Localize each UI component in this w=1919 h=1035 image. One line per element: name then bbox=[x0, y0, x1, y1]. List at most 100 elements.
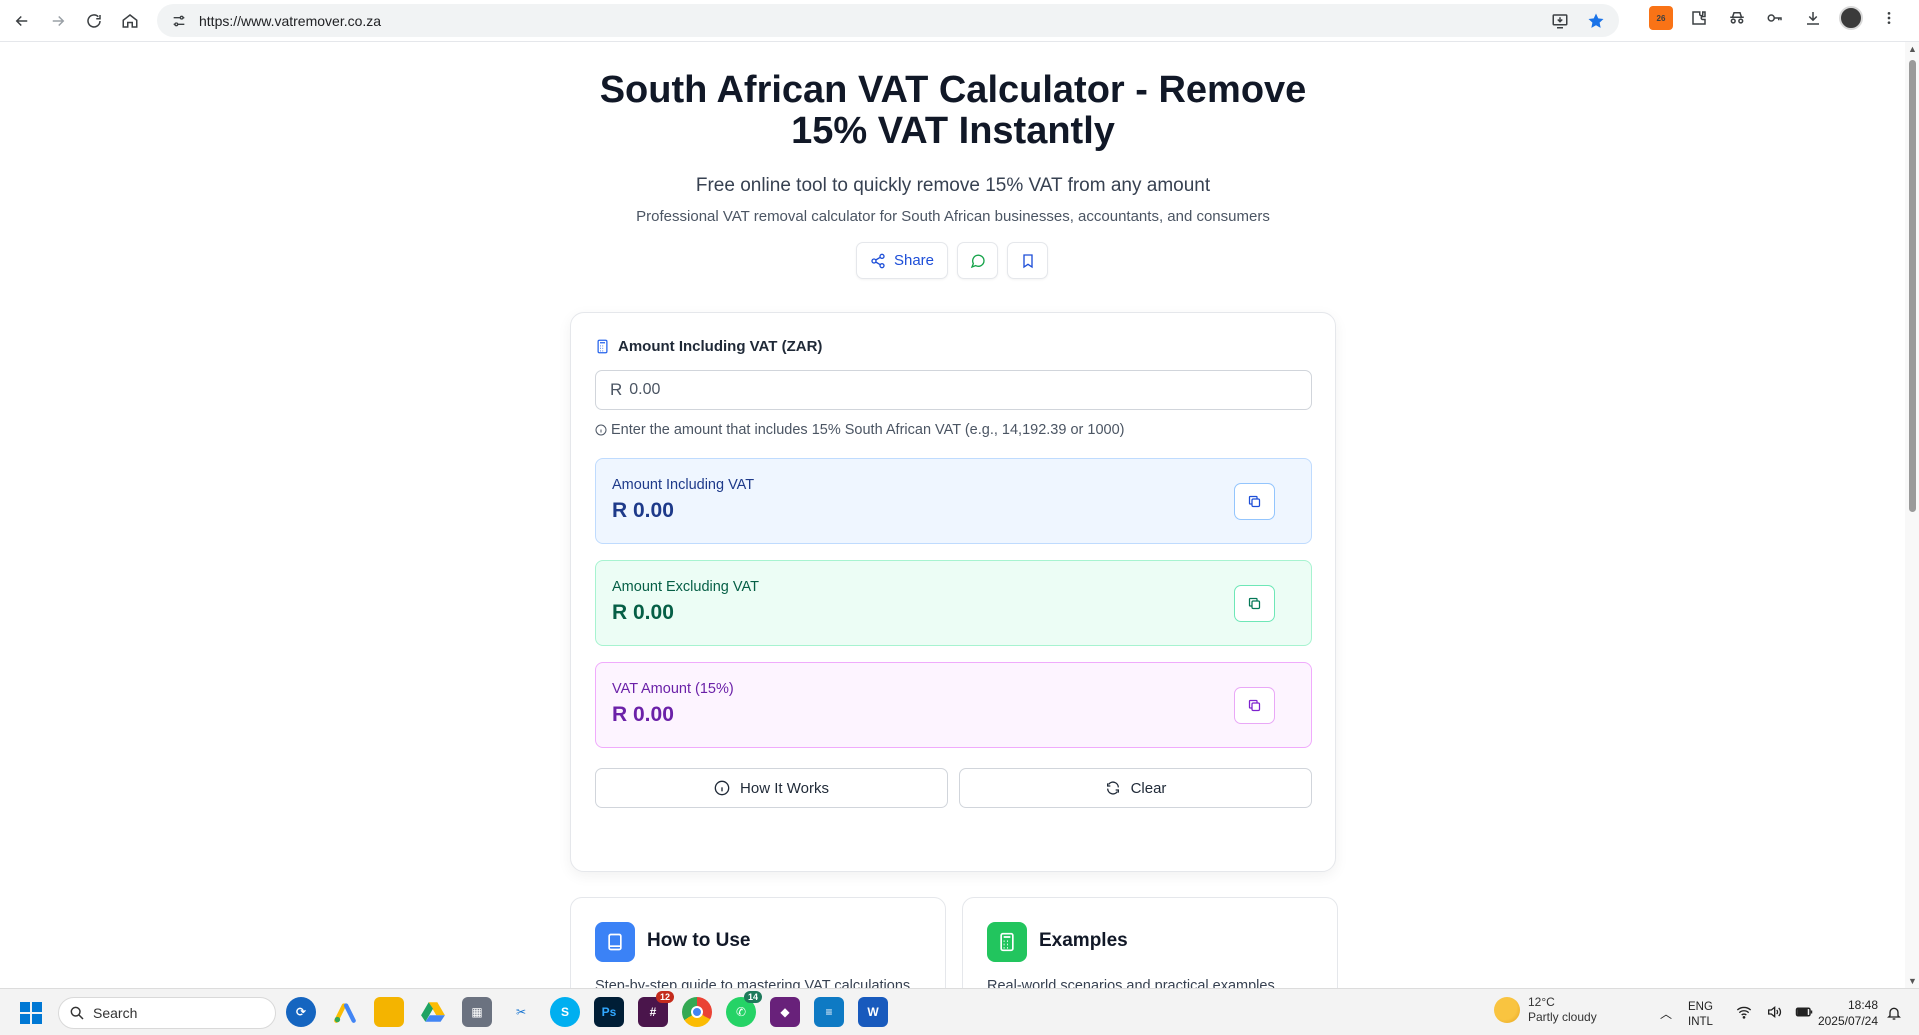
url-text: https://www.vatremover.co.za bbox=[199, 12, 382, 29]
copy-vat-amount-button[interactable] bbox=[1234, 687, 1275, 724]
address-bar[interactable]: https://www.vatremover.co.za bbox=[157, 4, 1619, 37]
skype-icon[interactable]: S bbox=[550, 997, 580, 1027]
menu-dots-icon[interactable] bbox=[1877, 6, 1901, 30]
how-it-works-button[interactable]: How It Works bbox=[595, 768, 948, 808]
amount-input-label: Amount Including VAT (ZAR) bbox=[618, 338, 823, 355]
taskbar-search-label: Search bbox=[93, 1005, 138, 1021]
calculator-app-icon[interactable]: ▦ bbox=[462, 997, 492, 1027]
slack-icon[interactable]: #12 bbox=[638, 991, 674, 1027]
google-ads-icon[interactable] bbox=[330, 997, 360, 1027]
weather-widget[interactable]: 12°C Partly cloudy bbox=[1494, 995, 1597, 1025]
notepad-icon[interactable]: ≡ bbox=[814, 997, 844, 1027]
info-icon bbox=[714, 780, 730, 796]
result-label: Amount Excluding VAT bbox=[612, 579, 759, 595]
share-button[interactable]: Share bbox=[856, 242, 948, 279]
info-card-text: Step-by-step guide to mastering VAT calc… bbox=[595, 978, 915, 988]
clear-label: Clear bbox=[1130, 779, 1167, 797]
file-explorer-icon[interactable] bbox=[374, 997, 404, 1027]
password-key-icon[interactable] bbox=[1763, 6, 1787, 30]
visual-studio-icon[interactable]: ◆ bbox=[770, 997, 800, 1027]
reload-icon[interactable] bbox=[76, 3, 112, 39]
wifi-icon[interactable] bbox=[1735, 1003, 1753, 1021]
install-app-icon[interactable] bbox=[1549, 10, 1571, 32]
scroll-down-icon[interactable]: ▼ bbox=[1908, 976, 1917, 986]
bookmark-icon bbox=[1022, 253, 1033, 268]
page-scrollbar[interactable]: ▲ ▼ bbox=[1905, 42, 1919, 988]
battery-icon[interactable] bbox=[1795, 1003, 1813, 1021]
extension-badge-icon[interactable]: 26 bbox=[1649, 6, 1673, 30]
amount-input-label-row: Amount Including VAT (ZAR) bbox=[595, 338, 822, 355]
input-hint: Enter the amount that includes 15% South… bbox=[595, 422, 1124, 438]
page-tagline: Professional VAT removal calculator for … bbox=[636, 208, 1270, 225]
page-viewport: South African VAT Calculator - Remove 15… bbox=[0, 42, 1905, 988]
share-label: Share bbox=[893, 252, 935, 269]
result-label: Amount Including VAT bbox=[612, 477, 755, 493]
page-title: South African VAT Calculator - Remove 15… bbox=[599, 69, 1307, 152]
bookmark-button[interactable] bbox=[1007, 242, 1048, 279]
input-hint-text: Enter the amount that includes 15% South… bbox=[611, 422, 1125, 438]
copy-icon bbox=[1248, 495, 1261, 508]
forward-icon[interactable] bbox=[40, 3, 76, 39]
copy-excluding-vat-button[interactable] bbox=[1234, 585, 1275, 622]
edge-tool-icon[interactable]: ⟳ bbox=[286, 997, 316, 1027]
examples-card[interactable]: Examples Real-world scenarios and practi… bbox=[962, 897, 1338, 988]
result-excluding-vat: Amount Excluding VAT R 0.00 bbox=[595, 560, 1312, 646]
amount-input-wrapper[interactable]: R bbox=[595, 370, 1312, 410]
bookmark-star-icon[interactable] bbox=[1585, 10, 1607, 32]
info-card-title: How to Use bbox=[647, 930, 751, 951]
taskbar-apps: ⟳ ▦ ✂ S Ps #12 ✆ 14 ◆ ≡ W bbox=[286, 991, 888, 1027]
search-icon bbox=[70, 1006, 84, 1020]
copy-icon bbox=[1248, 597, 1261, 610]
home-icon[interactable] bbox=[112, 3, 148, 39]
windows-start-icon[interactable] bbox=[20, 1002, 42, 1024]
info-card-title: Examples bbox=[1039, 930, 1128, 951]
amount-input[interactable] bbox=[629, 381, 1230, 399]
show-hidden-icons-chevron-icon[interactable]: ︿ bbox=[1660, 1005, 1672, 1022]
result-label: VAT Amount (15%) bbox=[612, 681, 734, 697]
language-code: ENG bbox=[1688, 1001, 1713, 1013]
clock-time: 18:48 bbox=[1847, 998, 1878, 1012]
result-vat-amount: VAT Amount (15%) R 0.00 bbox=[595, 662, 1312, 748]
vat-calculator-card: Amount Including VAT (ZAR) R Enter the a… bbox=[570, 312, 1336, 872]
chat-bubble-icon bbox=[970, 254, 985, 268]
weather-temp: 12°C bbox=[1528, 995, 1555, 1009]
info-card-text: Real-world scenarios and practical examp… bbox=[987, 978, 1279, 988]
scroll-up-icon[interactable]: ▲ bbox=[1908, 44, 1917, 54]
extensions-puzzle-icon[interactable] bbox=[1687, 6, 1711, 30]
whatsapp-icon[interactable]: ✆ 14 bbox=[726, 991, 762, 1027]
page-subtitle: Free online tool to quickly remove 15% V… bbox=[695, 175, 1211, 196]
whatsapp-badge: 14 bbox=[743, 991, 762, 1003]
result-value: R 0.00 bbox=[612, 601, 674, 624]
copy-including-vat-button[interactable] bbox=[1234, 483, 1275, 520]
result-value: R 0.00 bbox=[612, 499, 674, 522]
system-clock[interactable]: 18:48 2025/07/24 bbox=[1812, 997, 1878, 1029]
language-indicator[interactable]: ENG INTL bbox=[1688, 1000, 1713, 1030]
how-to-use-card[interactable]: How to Use Step-by-step guide to masteri… bbox=[570, 897, 946, 988]
whatsapp-share-button[interactable] bbox=[957, 242, 998, 279]
share-actions: Share bbox=[856, 242, 1048, 279]
google-drive-icon[interactable] bbox=[418, 997, 448, 1027]
chrome-icon[interactable] bbox=[682, 997, 712, 1027]
back-icon[interactable] bbox=[4, 3, 40, 39]
calculator-icon bbox=[597, 339, 608, 354]
word-icon[interactable]: W bbox=[858, 997, 888, 1027]
photoshop-icon[interactable]: Ps bbox=[594, 997, 624, 1027]
book-icon bbox=[595, 922, 635, 962]
clear-button[interactable]: Clear bbox=[959, 768, 1312, 808]
taskbar-search[interactable]: Search bbox=[58, 997, 276, 1029]
keyboard-layout: INTL bbox=[1688, 1016, 1713, 1028]
incognito-icon[interactable] bbox=[1725, 6, 1749, 30]
notifications-bell-icon[interactable] bbox=[1886, 1005, 1902, 1021]
volume-icon[interactable] bbox=[1765, 1003, 1783, 1021]
calculator-icon bbox=[987, 922, 1027, 962]
refresh-icon bbox=[1106, 781, 1119, 795]
share-icon bbox=[871, 253, 885, 268]
downloads-icon[interactable] bbox=[1801, 6, 1825, 30]
site-info-icon[interactable] bbox=[169, 11, 189, 31]
copy-icon bbox=[1248, 699, 1261, 712]
scrollbar-thumb[interactable] bbox=[1909, 60, 1916, 512]
profile-avatar[interactable] bbox=[1839, 6, 1863, 30]
clock-date: 2025/07/24 bbox=[1817, 1014, 1878, 1028]
snipping-tool-icon[interactable]: ✂ bbox=[506, 997, 536, 1027]
result-including-vat: Amount Including VAT R 0.00 bbox=[595, 458, 1312, 544]
